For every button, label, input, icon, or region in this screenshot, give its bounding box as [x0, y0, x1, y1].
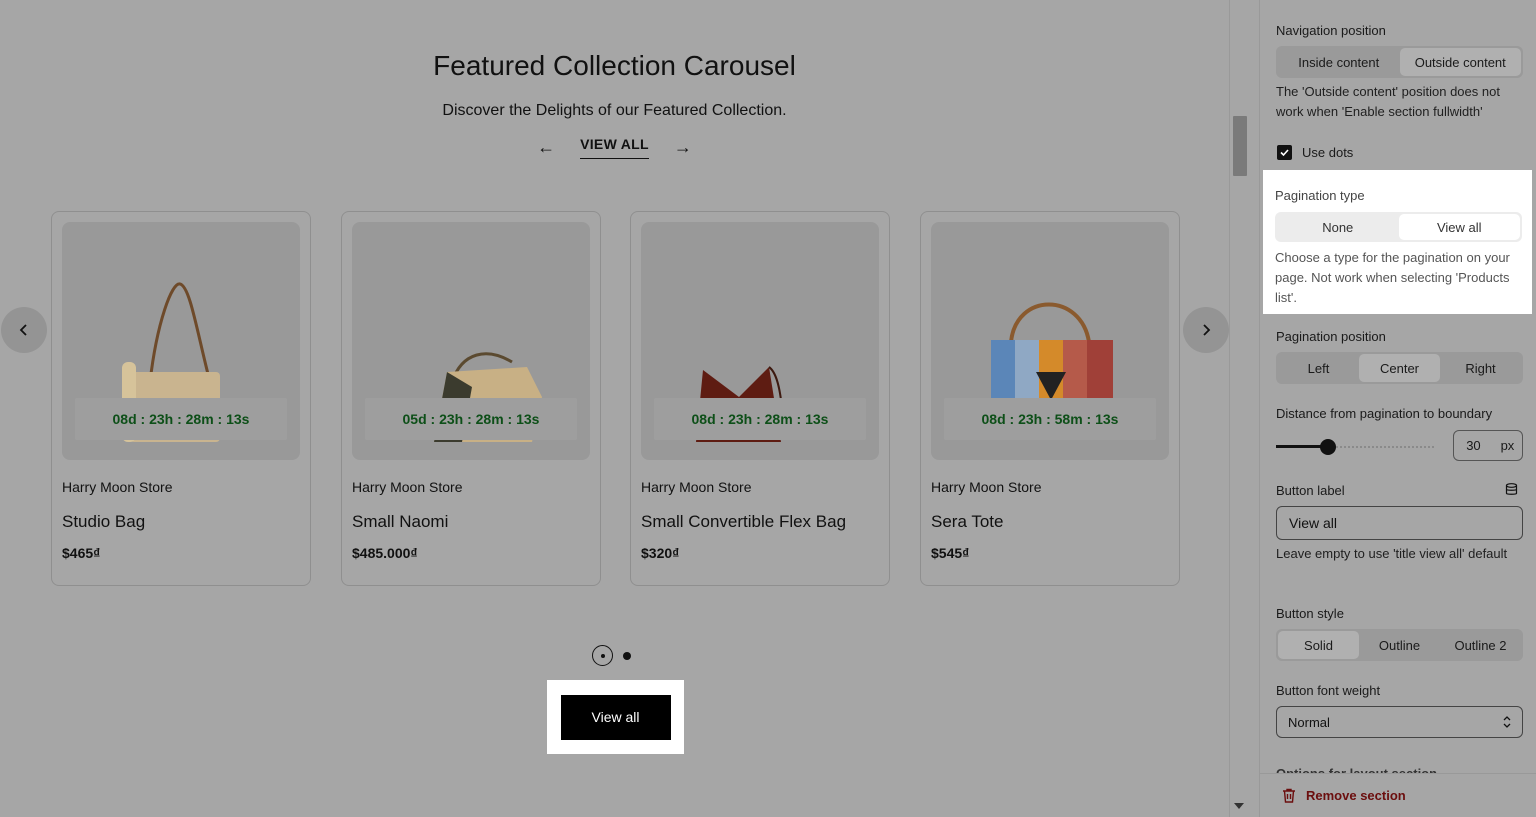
panel-footer: Remove section	[1260, 773, 1536, 817]
checkmark-icon	[1280, 149, 1289, 157]
navigation-position-outside[interactable]: Outside content	[1399, 48, 1521, 76]
button-style-outline-2[interactable]: Outline 2	[1440, 631, 1521, 659]
button-style-solid[interactable]: Solid	[1278, 631, 1359, 659]
distance-unit: px	[1500, 438, 1515, 453]
preview-scrollbar[interactable]	[1229, 0, 1250, 817]
button-style-outline[interactable]: Outline	[1359, 631, 1440, 659]
view-all-button[interactable]: View all	[560, 694, 671, 740]
view-all-link[interactable]: VIEW ALL	[580, 136, 649, 159]
pagination-type-view-all[interactable]: View all	[1398, 214, 1520, 240]
arrow-left-icon[interactable]: ←	[530, 137, 562, 158]
product-title[interactable]: Small Convertible Flex Bag	[641, 512, 846, 532]
button-style-label: Button style	[1276, 606, 1344, 621]
product-price: $485.000₫	[352, 545, 418, 561]
trash-icon[interactable]	[1282, 788, 1296, 803]
product-card[interactable]: 08d : 23h : 28m : 13s Harry Moon Store S…	[630, 211, 890, 586]
product-card[interactable]: 05d : 23h : 28m : 13s Harry Moon Store S…	[341, 211, 601, 586]
header-navigation: ← VIEW ALL →	[0, 136, 1229, 159]
button-font-weight-label: Button font weight	[1276, 683, 1381, 698]
pagination-position-label: Pagination position	[1276, 329, 1386, 344]
distance-value[interactable]: 30	[1454, 438, 1493, 453]
countdown-timer: 08d : 23h : 28m : 13s	[75, 398, 287, 440]
distance-label: Distance from pagination to boundary	[1276, 406, 1493, 421]
pagination-position-toggle: Left Center Right	[1276, 352, 1523, 384]
pagination-dots	[592, 645, 631, 666]
pagination-position-left[interactable]: Left	[1278, 354, 1359, 382]
product-title[interactable]: Small Naomi	[352, 512, 448, 532]
product-vendor: Harry Moon Store	[62, 479, 173, 495]
button-font-weight-value: Normal	[1288, 714, 1330, 730]
use-dots-label: Use dots	[1302, 145, 1354, 160]
carousel-next-button[interactable]	[1183, 307, 1229, 353]
pagination-dot[interactable]	[623, 651, 631, 660]
arrow-right-icon[interactable]: →	[667, 137, 699, 158]
pagination-dot-active[interactable]	[592, 645, 613, 666]
product-price: $465₫	[62, 545, 101, 561]
product-vendor: Harry Moon Store	[352, 479, 463, 495]
button-label-help: Leave empty to use 'title view all' defa…	[1276, 546, 1508, 561]
button-label-label: Button label	[1276, 483, 1345, 498]
remove-section-button[interactable]: Remove section	[1306, 788, 1406, 803]
button-style-toggle: Solid Outline Outline 2	[1276, 629, 1523, 661]
product-card[interactable]: 08d : 23h : 28m : 13s Harry Moon Store S…	[51, 211, 311, 586]
section-heading: Featured Collection Carousel	[433, 50, 796, 81]
product-vendor: Harry Moon Store	[641, 479, 752, 495]
pagination-position-right[interactable]: Right	[1440, 354, 1521, 382]
settings-panel: Navigation position Inside content Outsi…	[1259, 0, 1536, 817]
countdown-timer: 08d : 23h : 58m : 13s	[944, 398, 1156, 440]
pagination-type-toggle: None View all	[1275, 212, 1522, 242]
product-image[interactable]: 08d : 23h : 28m : 13s	[62, 222, 300, 460]
countdown-timer: 05d : 23h : 28m : 13s	[365, 398, 577, 440]
chevron-right-icon	[1203, 324, 1211, 336]
navigation-position-help: The 'Outside content' position does not …	[1276, 84, 1500, 119]
product-image[interactable]: 08d : 23h : 58m : 13s	[931, 222, 1169, 460]
product-title[interactable]: Sera Tote	[931, 512, 1003, 532]
database-icon[interactable]	[1505, 483, 1518, 496]
navigation-position-inside[interactable]: Inside content	[1278, 48, 1400, 76]
pagination-type-highlight: Pagination type None View all Choose a t…	[1263, 170, 1532, 314]
pagination-type-label: Pagination type	[1275, 188, 1365, 203]
section-subheading: Discover the Delights of our Featured Co…	[442, 102, 787, 119]
product-vendor: Harry Moon Store	[931, 479, 1042, 495]
countdown-timer: 08d : 23h : 28m : 13s	[654, 398, 866, 440]
navigation-position-label: Navigation position	[1276, 23, 1386, 38]
navigation-position-toggle: Inside content Outside content	[1276, 46, 1523, 78]
distance-input[interactable]: 30 px	[1453, 430, 1523, 461]
chevron-up-down-icon	[1503, 716, 1511, 728]
use-dots-checkbox[interactable]	[1277, 145, 1292, 160]
product-image[interactable]: 05d : 23h : 28m : 13s	[352, 222, 590, 460]
product-price: $320₫	[641, 545, 680, 561]
pagination-position-center[interactable]: Center	[1359, 354, 1440, 382]
view-all-highlight: View all	[547, 680, 684, 754]
product-title[interactable]: Studio Bag	[62, 512, 145, 532]
button-label-input[interactable]: View all	[1276, 506, 1523, 540]
pagination-type-none[interactable]: None	[1277, 214, 1399, 240]
distance-slider-thumb[interactable]	[1320, 439, 1336, 455]
product-price: $545₫	[931, 545, 970, 561]
section-preview: Featured Collection Carousel Discover th…	[0, 0, 1229, 817]
product-card[interactable]: 08d : 23h : 58m : 13s Harry Moon Store S…	[920, 211, 1180, 586]
carousel-prev-button[interactable]	[1, 307, 47, 353]
scroll-down-arrow-icon[interactable]	[1234, 803, 1244, 809]
scrollbar-thumb[interactable]	[1233, 116, 1247, 176]
product-image[interactable]: 08d : 23h : 28m : 13s	[641, 222, 879, 460]
pagination-type-help: Choose a type for the pagination on your…	[1275, 250, 1510, 305]
chevron-left-icon	[19, 324, 27, 336]
button-font-weight-select[interactable]: Normal	[1276, 706, 1523, 738]
